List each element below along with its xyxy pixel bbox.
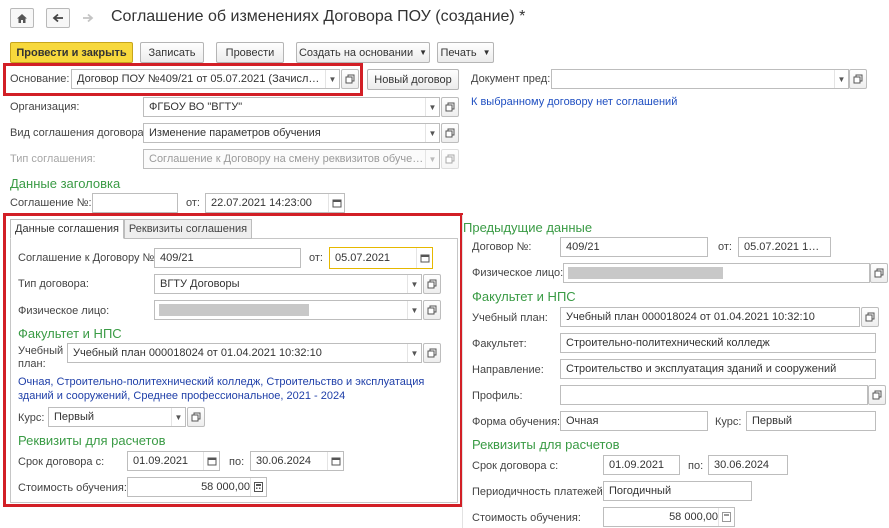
arrow-right-icon xyxy=(83,13,94,23)
prev-term-from-value: 01.09.2021 xyxy=(609,459,665,471)
prev-person-field xyxy=(563,263,870,283)
prev-course-field: Первый xyxy=(746,411,876,431)
agreement-type-value: Соглашение к Договору на смену реквизито… xyxy=(149,153,425,165)
prev-profile-open-button[interactable] xyxy=(868,385,886,405)
prev-direction-field: Строительство и эксплуатация зданий и со… xyxy=(560,359,876,379)
print-button[interactable]: Печать ▼ xyxy=(437,42,494,63)
print-label: Печать xyxy=(440,46,477,59)
prev-form-value: Очная xyxy=(566,415,599,427)
window-title: Соглашение об изменениях Договора ПОУ (с… xyxy=(111,8,526,25)
create-based-label: Создать на основании xyxy=(298,46,414,59)
agreement-type-field: Соглашение к Договору на смену реквизито… xyxy=(143,149,440,169)
prev-date-field: 05.07.2021 12:16:0 xyxy=(738,237,831,257)
post-and-close-button[interactable]: Провести и закрыть xyxy=(10,42,133,63)
agreement-number-label: Соглашение №: xyxy=(10,197,92,209)
prev-form-field: Очная xyxy=(560,411,708,431)
create-based-button[interactable]: Создать на основании ▼ xyxy=(296,42,430,63)
home-icon xyxy=(17,13,27,23)
prev-cost-label: Стоимость обучения: xyxy=(472,512,581,524)
prev-doc-open-button[interactable] xyxy=(849,69,867,89)
prev-faculty-label: Факультет: xyxy=(472,338,527,350)
right-panel-divider xyxy=(462,215,463,528)
agreement-kind-open-button[interactable] xyxy=(441,123,459,143)
prev-plan-field: Учебный план 000018024 от 01.04.2021 10:… xyxy=(560,307,860,327)
no-agreements-info: К выбранному договору нет соглашений xyxy=(471,96,678,108)
prev-payment-title: Реквизиты для расчетов xyxy=(472,437,620,452)
prev-cost-field: 58 000,00 xyxy=(603,507,735,527)
prev-term-from-field: 01.09.2021 xyxy=(603,455,680,475)
agreement-number-field[interactable] xyxy=(92,193,178,213)
agreement-kind-label: Вид соглашения договора: xyxy=(10,127,147,139)
organization-value: ФГБОУ ВО "ВГТУ" xyxy=(149,101,243,113)
open-window-icon xyxy=(853,74,863,84)
agreement-date-field[interactable]: 22.07.2021 14:23:00 xyxy=(205,193,345,213)
save-button[interactable]: Записать xyxy=(140,42,204,63)
dropdown-arrow-icon[interactable]: ▼ xyxy=(834,70,848,88)
open-window-icon xyxy=(872,390,882,400)
highlight-basis xyxy=(3,63,363,96)
prev-date-label: от: xyxy=(718,241,732,253)
prev-term-to-field: 30.06.2024 xyxy=(708,455,788,475)
open-window-icon xyxy=(445,154,455,164)
agreement-kind-field[interactable]: Изменение параметров обучения ▼ xyxy=(143,123,440,143)
prev-periodicity-label: Периодичность платежей: xyxy=(472,486,606,498)
prev-course-label: Курс: xyxy=(715,416,742,428)
prev-person-label: Физическое лицо: xyxy=(472,267,564,279)
agreement-date-label: от: xyxy=(186,197,200,209)
prev-contract-value: 409/21 xyxy=(566,241,600,253)
post-button[interactable]: Провести xyxy=(216,42,284,63)
redacted-name xyxy=(568,267,723,279)
organization-open-button[interactable] xyxy=(441,97,459,117)
prev-periodicity-field: Погодичный xyxy=(603,481,752,501)
prev-faculty-value: Строительно-политехнический колледж xyxy=(566,337,770,349)
prev-course-value: Первый xyxy=(752,415,793,427)
prev-term-to-label: по: xyxy=(688,460,704,472)
prev-plan-label: Учебный план: xyxy=(472,312,548,324)
agreement-type-open-button xyxy=(441,149,459,169)
open-window-icon xyxy=(445,102,455,112)
prev-direction-label: Направление: xyxy=(472,364,544,376)
back-button[interactable] xyxy=(46,8,70,28)
prev-plan-open-button[interactable] xyxy=(861,307,879,327)
prev-profile-field xyxy=(560,385,868,405)
forward-button[interactable] xyxy=(76,8,100,28)
prev-faculty-field: Строительно-политехнический колледж xyxy=(560,333,876,353)
previous-data-title: Предыдущие данные xyxy=(463,220,593,235)
prev-profile-label: Профиль: xyxy=(472,390,523,402)
open-window-icon xyxy=(445,128,455,138)
open-window-icon xyxy=(874,268,884,278)
caret-down-icon: ▼ xyxy=(482,48,491,57)
dropdown-arrow-icon[interactable]: ▼ xyxy=(425,124,439,142)
prev-cost-value: 58 000,00 xyxy=(669,511,718,523)
prev-plan-value: Учебный план 000018024 от 01.04.2021 10:… xyxy=(566,311,815,323)
prev-doc-field[interactable]: ▼ xyxy=(551,69,849,89)
prev-faculty-title: Факультет и НПС xyxy=(472,289,576,304)
agreement-kind-value: Изменение параметров обучения xyxy=(149,127,321,139)
prev-contract-label: Договор №: xyxy=(472,241,532,253)
header-data-title: Данные заголовка xyxy=(10,176,121,191)
home-button[interactable] xyxy=(10,8,34,28)
prev-direction-value: Строительство и эксплуатация зданий и со… xyxy=(566,363,837,375)
prev-form-label: Форма обучения: xyxy=(472,416,561,428)
arrow-left-icon xyxy=(52,13,63,23)
new-contract-button[interactable]: Новый договор xyxy=(367,69,459,90)
organization-field[interactable]: ФГБОУ ВО "ВГТУ" ▼ xyxy=(143,97,440,117)
organization-label: Организация: xyxy=(10,101,80,113)
prev-term-to-value: 30.06.2024 xyxy=(714,459,770,471)
open-window-icon xyxy=(865,312,875,322)
prev-date-value: 05.07.2021 12:16:0 xyxy=(744,241,825,253)
prev-doc-label: Документ пред: xyxy=(471,73,551,85)
calendar-icon[interactable] xyxy=(328,194,344,212)
dropdown-arrow-icon: ▼ xyxy=(425,150,439,168)
prev-person-open-button[interactable] xyxy=(870,263,888,283)
prev-term-from-label: Срок договора с: xyxy=(472,460,559,472)
prev-periodicity-value: Погодичный xyxy=(609,485,672,497)
agreement-type-label: Тип соглашения: xyxy=(10,153,96,165)
calculator-icon xyxy=(718,508,734,526)
agreement-date-value: 22.07.2021 14:23:00 xyxy=(211,197,312,209)
highlight-agreement-data xyxy=(3,213,463,507)
dropdown-arrow-icon[interactable]: ▼ xyxy=(425,98,439,116)
prev-contract-field: 409/21 xyxy=(560,237,708,257)
caret-down-icon: ▼ xyxy=(419,48,428,57)
